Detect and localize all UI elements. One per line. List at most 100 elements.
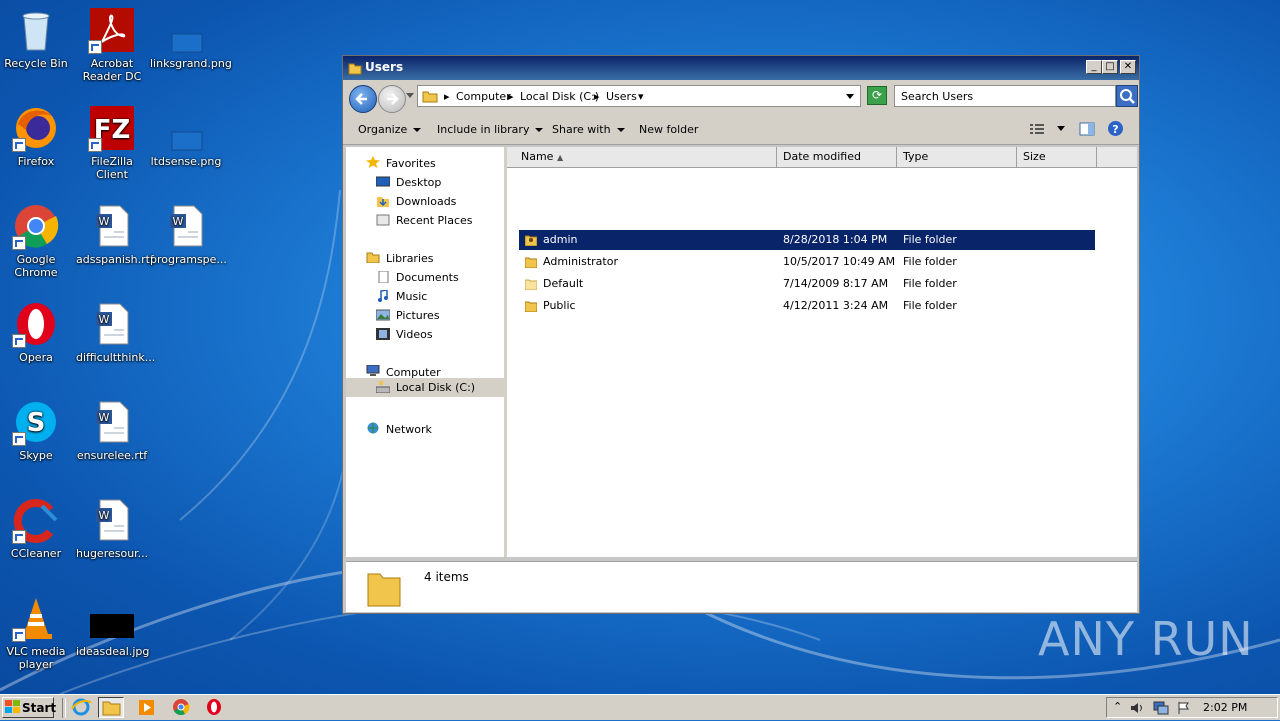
nav-network[interactable]: Network <box>386 423 432 436</box>
desktop-icon-ccleaner[interactable]: CCleaner <box>0 496 72 560</box>
address-bar[interactable]: ▸ Computer ▸ Local Disk (C:) ▸ Users ▾ <box>417 85 861 107</box>
desktop-icon-ideasdeal[interactable]: ideasdeal.jpg <box>76 594 149 658</box>
taskbar-explorer[interactable] <box>98 697 124 718</box>
nav-videos[interactable]: Videos <box>396 328 433 341</box>
breadcrumb-separator[interactable]: ▸ <box>508 90 514 103</box>
desktop-icon-vlc[interactable]: VLC media player <box>0 594 72 671</box>
music-icon <box>378 290 388 302</box>
nav-recent-places[interactable]: Recent Places <box>396 214 473 227</box>
column-date-modified[interactable]: Date modified <box>777 147 897 167</box>
desktop-icon-label: adsspanish.rtf <box>76 253 154 266</box>
nav-documents[interactable]: Documents <box>396 271 459 284</box>
file-type: File folder <box>903 299 957 312</box>
desktop-icon-skype[interactable]: S Skype <box>0 398 72 462</box>
desktop-icon-firefox[interactable]: Firefox <box>0 104 72 168</box>
forward-button[interactable] <box>378 85 406 113</box>
search-button[interactable] <box>1116 85 1138 107</box>
table-row[interactable]: Administrator 10/5/2017 10:49 AM File fo… <box>519 252 1095 272</box>
breadcrumb-separator[interactable]: ▾ <box>638 90 644 103</box>
pictures-icon <box>376 309 390 321</box>
local-disk-icon <box>376 381 390 393</box>
svg-text:W: W <box>173 215 184 228</box>
address-dropdown-icon[interactable] <box>846 94 854 100</box>
folder-icon <box>348 63 362 75</box>
breadcrumb-computer[interactable]: Computer <box>456 90 511 103</box>
desktop-icon-programspe[interactable]: W programspe... <box>150 202 227 266</box>
volume-icon[interactable] <box>1129 701 1145 715</box>
column-type[interactable]: Type <box>897 147 1017 167</box>
history-dropdown-icon[interactable] <box>406 93 414 99</box>
image-file-icon <box>90 614 134 638</box>
taskbar-chrome[interactable] <box>168 697 194 718</box>
desktop-icon-recycle-bin[interactable]: Recycle Bin <box>0 6 72 70</box>
media-player-icon <box>139 700 154 715</box>
maximize-button[interactable]: □ <box>1102 60 1118 74</box>
view-dropdown-icon[interactable] <box>1057 126 1065 132</box>
network-status-icon[interactable] <box>1153 701 1169 715</box>
table-row[interactable]: admin 8/28/2018 1:04 PM File folder <box>519 230 1095 250</box>
anyrun-watermark: ANY RUN <box>1038 612 1254 666</box>
desktop-icon-ensurelee[interactable]: W ensurelee.rtf <box>76 398 148 462</box>
taskbar-ie[interactable] <box>68 697 94 718</box>
refresh-button[interactable]: ⟳ <box>867 86 887 105</box>
desktop-icon-label: CCleaner <box>10 547 62 560</box>
desktop-icon-label: FileZilla Client <box>91 155 133 181</box>
nav-music[interactable]: Music <box>396 290 427 303</box>
show-hidden-icons-icon[interactable]: ⌃ <box>1113 700 1122 713</box>
start-button[interactable]: Start <box>2 697 56 718</box>
word-document-icon: W <box>170 205 203 247</box>
desktop-icon-chrome[interactable]: Google Chrome <box>0 202 72 279</box>
file-type: File folder <box>903 255 957 268</box>
desktop-icon-difficultthink[interactable]: W difficultthink... <box>76 300 155 364</box>
chevron-down-icon <box>535 128 544 132</box>
breadcrumb-users[interactable]: Users <box>606 90 637 103</box>
minimize-button[interactable]: _ <box>1086 60 1102 74</box>
nav-desktop[interactable]: Desktop <box>396 176 441 189</box>
view-options-icon[interactable] <box>1029 122 1045 136</box>
desktop-icon-ltdsense[interactable]: ltdsense.png <box>150 104 222 168</box>
desktop-icon-hugeresour[interactable]: W hugeresour... <box>76 496 148 560</box>
close-button[interactable]: ✕ <box>1120 60 1136 74</box>
taskbar-media-player[interactable] <box>134 697 160 718</box>
taskbar-divider <box>62 698 66 718</box>
table-row[interactable]: Default 7/14/2009 8:17 AM File folder <box>519 274 1095 294</box>
desktop-icon-filezilla[interactable]: FZ FileZilla Client <box>76 104 148 181</box>
clock[interactable]: 2:02 PM <box>1203 701 1247 714</box>
file-date: 4/12/2011 3:24 AM <box>783 299 889 312</box>
share-label: Share with <box>552 123 611 136</box>
column-name[interactable]: Name ▲ <box>507 147 777 167</box>
nav-libraries[interactable]: Libraries <box>386 252 434 265</box>
desktop-icon-acrobat[interactable]: Acrobat Reader DC <box>76 6 148 83</box>
desktop-icon <box>376 176 390 187</box>
new-folder-button[interactable]: New folder <box>639 123 698 136</box>
table-row[interactable]: Public 4/12/2011 3:24 AM File folder <box>519 296 1095 316</box>
desktop-icon-linksgrand[interactable]: linksgrand.png <box>150 6 232 70</box>
nav-pictures[interactable]: Pictures <box>396 309 440 322</box>
search-input[interactable]: Search Users <box>894 85 1116 107</box>
file-date: 10/5/2017 10:49 AM <box>783 255 896 268</box>
desktop-icon-adsspanish[interactable]: W adsspanish.rtf <box>76 202 154 266</box>
preview-pane-icon[interactable] <box>1079 121 1095 137</box>
include-in-library-menu[interactable]: Include in library <box>437 123 544 136</box>
desktop-icon-label: VLC media player <box>6 645 66 671</box>
downloads-icon <box>377 197 389 207</box>
title-bar[interactable]: Users _ □ ✕ <box>343 56 1139 80</box>
help-icon[interactable]: ? <box>1107 120 1124 137</box>
nav-local-disk-selected[interactable]: Local Disk (C:) <box>346 378 504 397</box>
column-name-label: Name <box>521 150 554 163</box>
folder-icon <box>102 701 121 716</box>
column-size[interactable]: Size <box>1017 147 1097 167</box>
navigation-pane: Favorites Desktop Downloads Recent Place… <box>346 147 504 557</box>
action-center-flag-icon[interactable] <box>1177 701 1191 715</box>
search-icon <box>1120 89 1135 104</box>
organize-menu[interactable]: Organize <box>358 123 422 136</box>
nav-favorites[interactable]: Favorites <box>386 157 436 170</box>
breadcrumb-separator[interactable]: ▸ <box>594 90 600 103</box>
breadcrumb-separator[interactable]: ▸ <box>444 90 450 103</box>
share-with-menu[interactable]: Share with <box>552 123 625 136</box>
desktop-icon-opera[interactable]: Opera <box>0 300 72 364</box>
nav-downloads[interactable]: Downloads <box>396 195 456 208</box>
back-button[interactable] <box>349 85 377 113</box>
breadcrumb-local-disk[interactable]: Local Disk (C:) <box>520 90 599 103</box>
taskbar-opera[interactable] <box>202 697 228 718</box>
